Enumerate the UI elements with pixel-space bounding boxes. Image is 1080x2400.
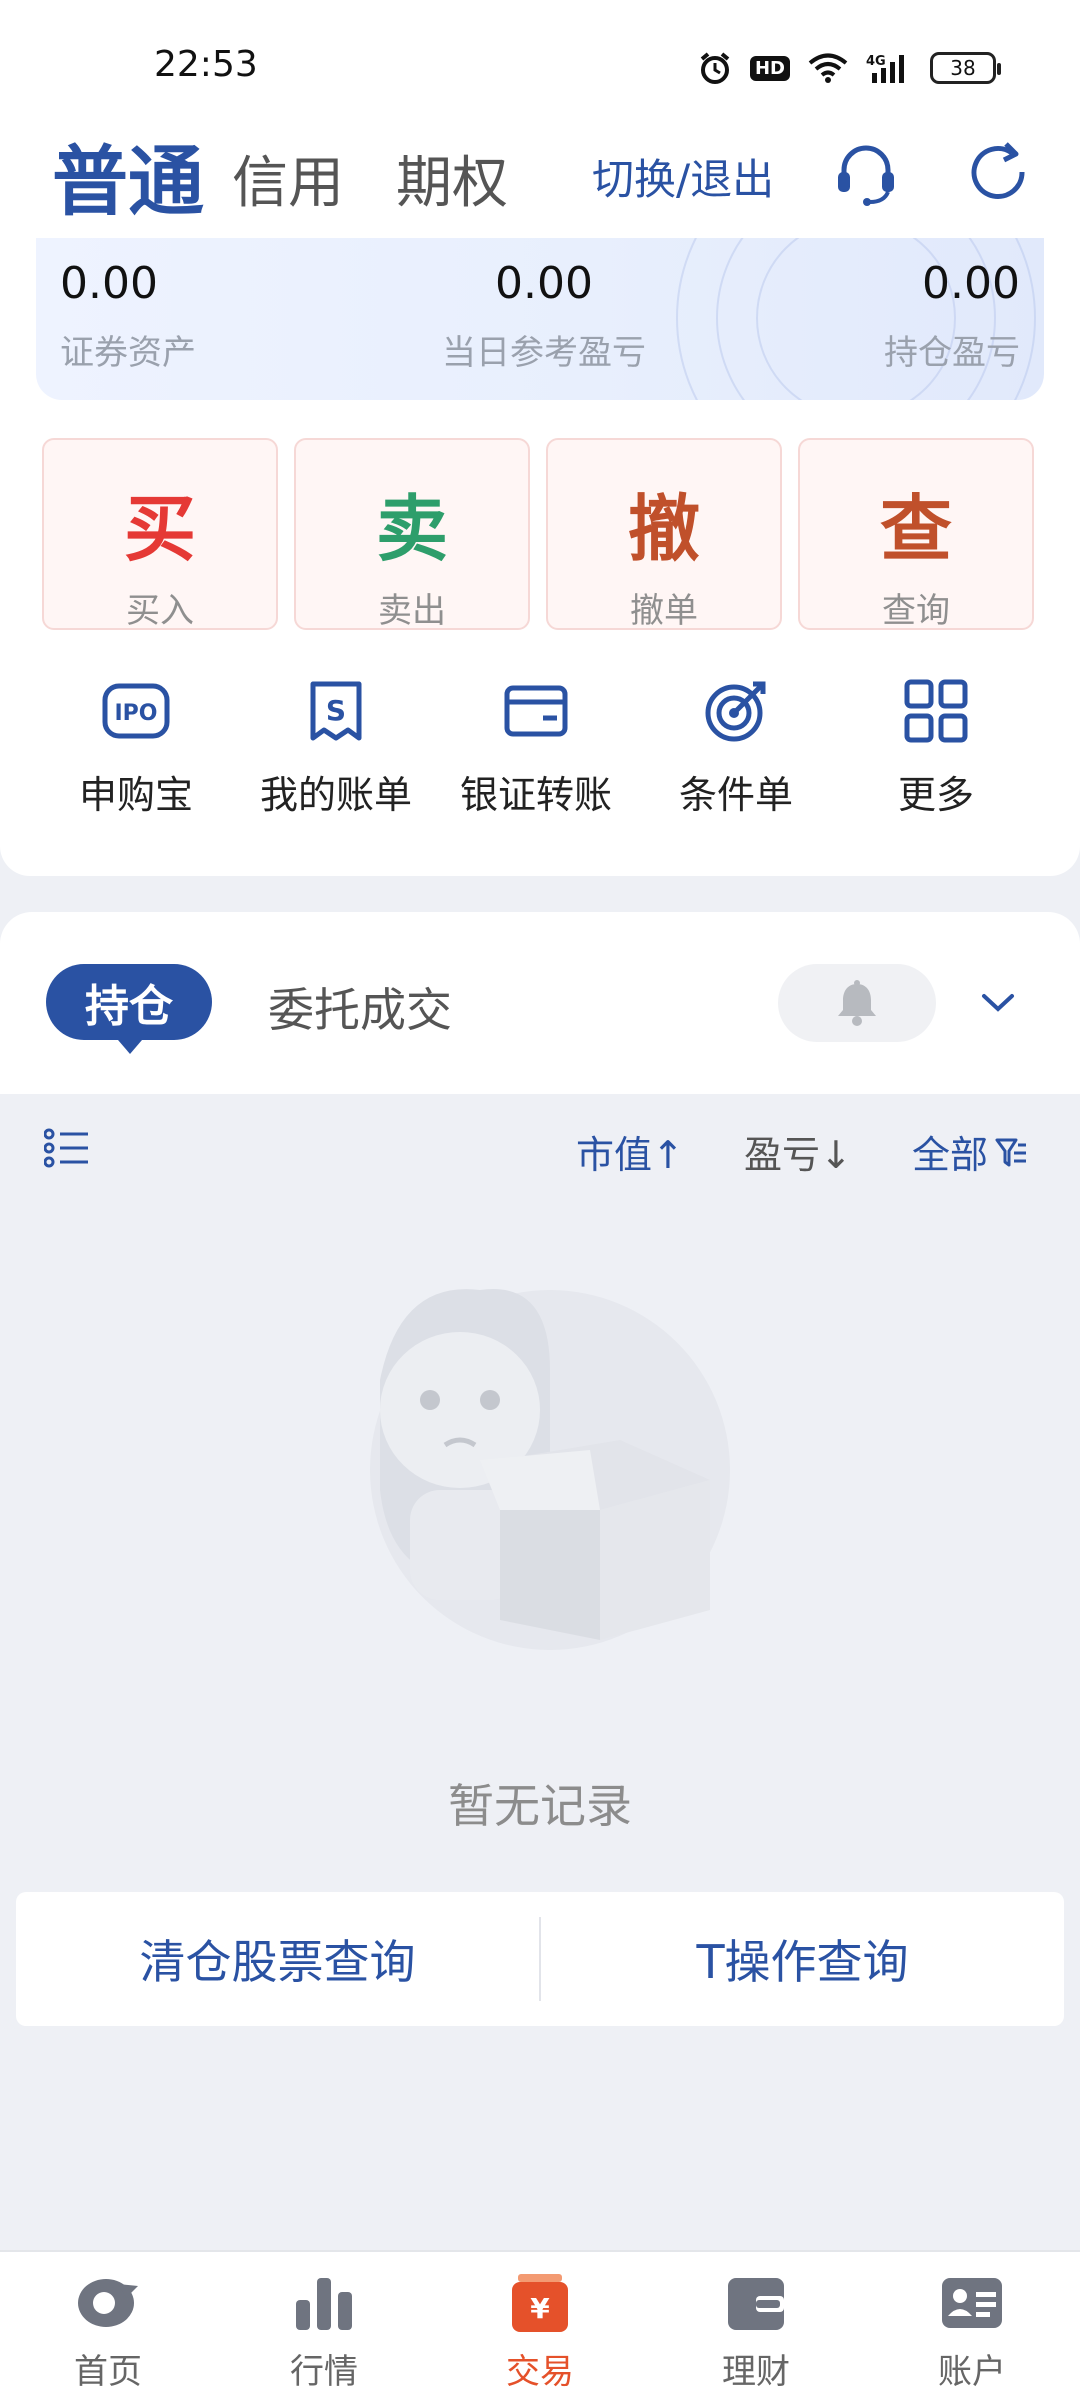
tab-credit[interactable]: 信用 (232, 138, 344, 219)
sell-button[interactable]: 卖 卖出 (294, 438, 530, 631)
nav-account-label: 账户 (938, 2352, 1006, 2392)
cleared-stocks-query-button[interactable]: 清仓股票查询 (16, 1926, 539, 1992)
ipo-icon: IPO (102, 683, 170, 739)
sell-char: 卖 (375, 487, 448, 571)
quick-link-ipo-label: 申购宝 (78, 773, 193, 817)
list-view-icon[interactable] (43, 1128, 90, 1168)
wallet-icon (728, 2278, 784, 2330)
query-bar: 清仓股票查询 T操作查询 (16, 1892, 1064, 2026)
asset-summary-panel: 0.00 证券资产 0.00 当日参考盈亏 0.00 持仓盈亏 (36, 238, 1044, 400)
buy-char: 买 (123, 487, 196, 571)
sell-label: 卖出 (378, 591, 446, 631)
empty-state-illustration (320, 1260, 760, 1680)
nav-trade[interactable]: ¥ 交易 (432, 2252, 648, 2400)
securities-assets-value: 0.00 (60, 258, 158, 309)
home-icon (78, 2279, 138, 2327)
nav-home-label: 首页 (74, 2352, 142, 2392)
tab-normal[interactable]: 普通 (52, 120, 204, 230)
notification-toggle[interactable] (778, 964, 936, 1042)
cancel-char: 撤 (627, 487, 700, 571)
customer-service-icon[interactable] (828, 136, 904, 212)
quick-link-ipo[interactable]: IPO 申购宝 (36, 676, 236, 819)
svg-text:S: S (326, 694, 346, 727)
target-icon (705, 681, 766, 742)
nav-wealth-label: 理财 (722, 2352, 790, 2392)
account-header: 普通 信用 期权 切换/退出 (0, 120, 1080, 230)
query-char: 查 (879, 487, 952, 571)
bottom-nav: 首页 行情 ¥ 交易 理财 账户 (0, 2250, 1080, 2400)
status-icons: HD 4G 38 (698, 48, 1001, 88)
filter-all[interactable]: 全部 (912, 1124, 1028, 1179)
daily-pnl-label: 当日参考盈亏 (442, 333, 646, 373)
wifi-icon (808, 52, 848, 84)
quick-link-more-label: 更多 (897, 773, 974, 817)
trade-icon: ¥ (512, 2274, 568, 2332)
battery-icon: 38 (930, 52, 1001, 84)
hd-badge: HD (749, 55, 790, 81)
nav-market-label: 行情 (290, 2352, 358, 2392)
quick-link-transfer-label: 银证转账 (459, 773, 612, 817)
account-icon (942, 2278, 1002, 2328)
status-bar: 22:53 HD 4G 38 (0, 0, 1080, 120)
securities-assets[interactable]: 0.00 证券资产 (60, 258, 196, 374)
buy-label: 买入 (126, 591, 194, 631)
position-pnl-value: 0.00 (922, 258, 1020, 309)
securities-assets-label: 证券资产 (60, 333, 196, 373)
switch-exit-button[interactable]: 切换/退出 (592, 146, 774, 207)
bell-icon (838, 980, 876, 1026)
svg-text:IPO: IPO (114, 701, 157, 726)
signal-icon: 4G (866, 51, 912, 85)
filter-icon (995, 1138, 1027, 1166)
filter-all-label: 全部 (912, 1133, 989, 1177)
quick-link-bill-label: 我的账单 (259, 773, 412, 817)
card-icon (504, 685, 568, 737)
holdings-tabs-bar: 持仓 委托成交 (0, 912, 1080, 1094)
buy-button[interactable]: 买 买入 (42, 438, 278, 631)
grid-icon (904, 679, 968, 743)
query-button[interactable]: 查 查询 (798, 438, 1034, 631)
quick-link-conditional-order-label: 条件单 (678, 773, 793, 817)
status-time: 22:53 (154, 44, 258, 85)
alarm-icon (698, 51, 732, 85)
chevron-down-icon[interactable] (978, 982, 1018, 1022)
daily-pnl-value: 0.00 (495, 258, 593, 309)
position-pnl[interactable]: 0.00 持仓盈亏 (884, 258, 1020, 374)
tab-holdings[interactable]: 持仓 (46, 964, 212, 1054)
refresh-icon[interactable] (960, 136, 1036, 212)
cancel-label: 撤单 (630, 591, 698, 631)
tab-options[interactable]: 期权 (396, 138, 508, 219)
holdings-filter-row: 市值↑ 盈亏↓ 全部 (0, 1094, 1080, 1204)
quick-link-conditional-order[interactable]: 条件单 (636, 676, 836, 819)
network-label: 4G (866, 54, 886, 69)
empty-state-text: 暂无记录 (448, 1779, 632, 1833)
quick-link-more[interactable]: 更多 (836, 676, 1036, 819)
cancel-order-button[interactable]: 撤 撤单 (546, 438, 782, 631)
bill-icon: S (310, 681, 362, 741)
market-icon (296, 2278, 352, 2330)
position-pnl-label: 持仓盈亏 (884, 333, 1020, 373)
query-label: 查询 (882, 591, 950, 631)
svg-text:¥: ¥ (530, 2292, 550, 2325)
daily-pnl[interactable]: 0.00 当日参考盈亏 (434, 258, 654, 374)
nav-wealth[interactable]: 理财 (648, 2252, 864, 2400)
nav-account[interactable]: 账户 (864, 2252, 1080, 2400)
nav-trade-label: 交易 (506, 2352, 574, 2392)
tab-orders-trades[interactable]: 委托成交 (268, 974, 452, 1040)
quick-link-bill[interactable]: S 我的账单 (236, 676, 436, 819)
sort-pnl[interactable]: 盈亏↓ (744, 1124, 852, 1179)
battery-level: 38 (950, 56, 976, 80)
nav-home[interactable]: 首页 (0, 2252, 216, 2400)
quick-link-transfer[interactable]: 银证转账 (436, 676, 636, 819)
sort-market-value[interactable]: 市值↑ (576, 1124, 684, 1179)
t-operation-query-button[interactable]: T操作查询 (541, 1926, 1064, 1992)
nav-market[interactable]: 行情 (216, 2252, 432, 2400)
